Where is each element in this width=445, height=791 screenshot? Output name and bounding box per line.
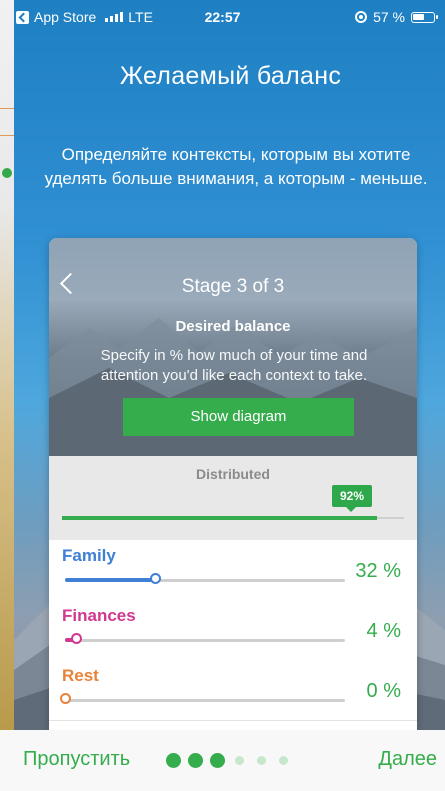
edge-dot [2,168,12,178]
distributed-label: Distributed [196,466,270,482]
slider-handle[interactable] [71,633,83,644]
card-header: Stage 3 of 3 Desired balance Specify in … [49,238,417,456]
context-percent: 4 % [366,620,401,642]
slider-track[interactable] [65,699,345,702]
page-dot [166,753,181,768]
next-button[interactable]: Далее [378,748,437,771]
card-info: Specify in % how much of your time and a… [100,347,368,384]
slider-track[interactable] [65,639,345,642]
distributed-badge: 92% [332,485,372,512]
slider-handle[interactable] [60,693,71,704]
context-name: Rest [62,666,99,685]
rotation-lock-icon [355,11,368,23]
battery-icon [411,11,438,23]
status-bar: App Store LTE 22:57 57 % [0,0,445,36]
show-diagram-button[interactable]: Show diagram [123,398,354,436]
page-dot [257,756,266,765]
distributed-panel: Distributed 92% [49,456,417,541]
distributed-fill [62,516,377,520]
context-name: Finances [62,606,136,625]
page-dot [235,756,244,765]
previous-page-edge [0,0,14,730]
card-subtitle: Desired balance [175,318,291,335]
context-percent: 0 % [366,680,401,702]
page-dot [279,756,288,765]
edge-mark [0,135,14,136]
slider-handle[interactable] [149,573,161,584]
page-description: Определяйте контексты, которым вы хотите… [44,145,428,188]
context-percent: 32 % [355,560,401,582]
page-indicator [166,753,291,768]
edge-mark [0,108,14,109]
context-name: Family [62,546,116,565]
onboarding-footer: Пропустить Далее [0,730,445,791]
page-dot [210,753,225,768]
page-title: Желаемый баланс [119,62,342,90]
page-dot [188,753,203,768]
context-row-rest: Rest 0 % [49,660,417,721]
battery-percent: 57 % [373,9,405,25]
skip-button[interactable]: Пропустить [23,748,130,771]
slider-fill [65,578,155,582]
context-row-finances: Finances 4 % [49,600,417,661]
phone-preview-card: Stage 3 of 3 Desired balance Specify in … [49,238,417,730]
context-row-family: Family 32 % [49,540,417,601]
status-right: 57 % [355,9,438,25]
stage-label: Stage 3 of 3 [181,276,285,297]
